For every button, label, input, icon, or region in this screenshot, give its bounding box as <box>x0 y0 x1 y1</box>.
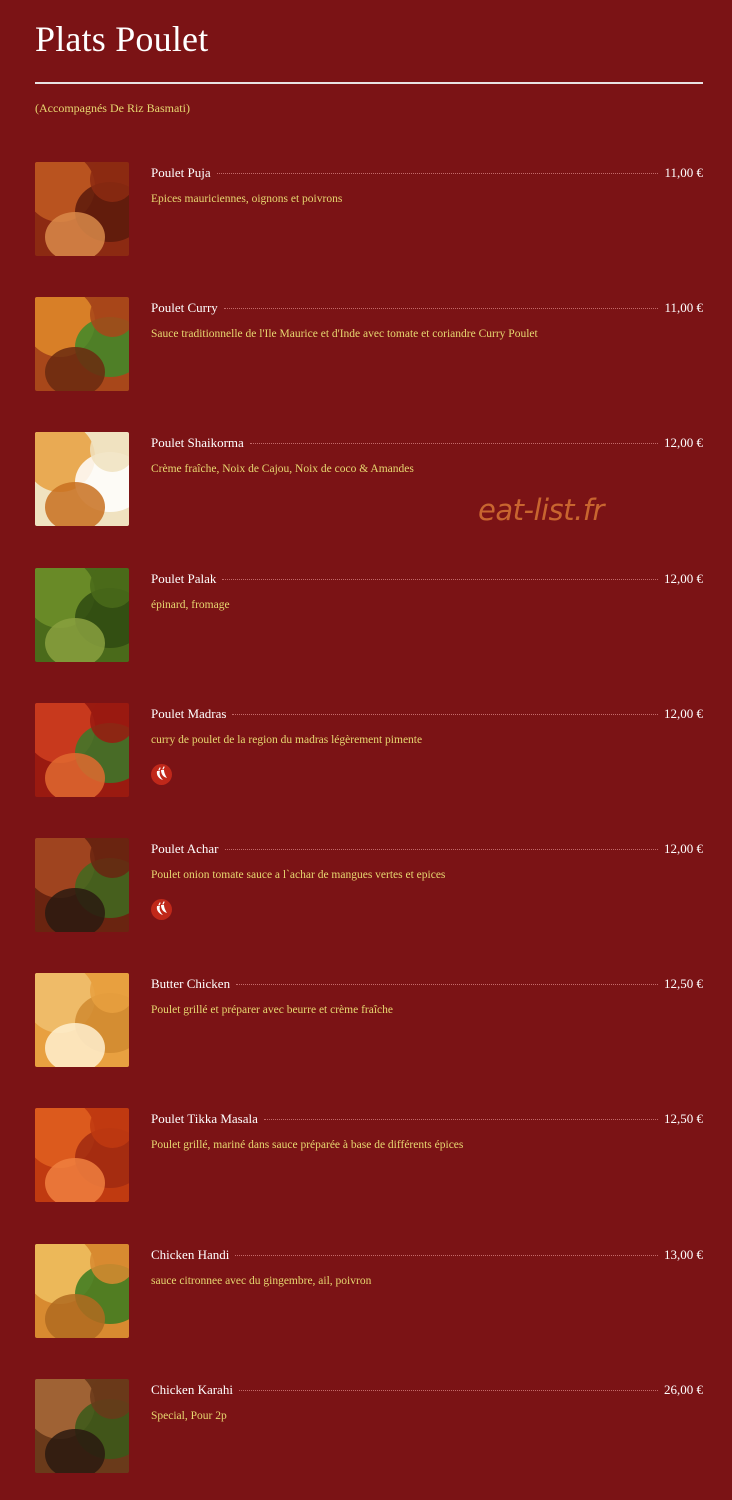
menu-item: Poulet Tikka Masala 12,50 € Poulet grillé,… <box>35 1108 703 1208</box>
item-header-row: Poulet Tikka Masala 12,50 € <box>151 1111 703 1129</box>
spinach-dish-photo <box>35 568 129 662</box>
item-description: sauce citronnee avec du gingembre, ail, … <box>151 1275 372 1287</box>
dotted-leader <box>232 714 658 715</box>
item-header-row: Poulet Puja 11,00 € <box>151 165 703 183</box>
item-price: 12,00 € <box>664 435 703 450</box>
item-description: Poulet grillé et préparer avec beurre et… <box>151 1004 393 1016</box>
handi-dish-photo <box>35 1244 129 1338</box>
menu-item: Poulet Achar 12,00 € Poulet onion tomate s… <box>35 838 703 938</box>
item-header-row: Chicken Handi 13,00 € <box>151 1247 703 1265</box>
title-divider <box>35 82 703 84</box>
menu-item: Butter Chicken 12,50 € Poulet grillé et pr… <box>35 973 703 1073</box>
menu-item: Chicken Handi 13,00 € sauce citronnee avec… <box>35 1244 703 1344</box>
dotted-leader <box>263 1119 658 1120</box>
item-name: Chicken Karahi <box>151 1382 233 1397</box>
menu-item: Chicken Karahi 26,00 € Special, Pour 2p <box>35 1379 703 1479</box>
page-subtitle: (Accompagnés De Riz Basmati) <box>35 101 190 115</box>
item-name: Poulet Tikka Masala <box>151 1111 258 1126</box>
item-description: Poulet onion tomate sauce a l`achar de m… <box>151 869 446 881</box>
item-price: 11,00 € <box>664 300 703 315</box>
dotted-leader <box>223 308 659 309</box>
item-header-row: Butter Chicken 12,50 € <box>151 976 703 994</box>
dotted-leader <box>235 1255 658 1256</box>
karahi-dish-photo <box>35 1379 129 1473</box>
page-title: Plats Poulet <box>35 19 209 59</box>
dotted-leader <box>236 984 658 985</box>
item-header-row: Poulet Shaikorma 12,00 € <box>151 435 703 453</box>
curry-dish-photo <box>35 838 129 932</box>
item-price: 11,00 € <box>664 165 703 180</box>
dotted-leader <box>238 1390 658 1391</box>
item-price: 12,50 € <box>664 1111 703 1126</box>
item-name: Poulet Achar <box>151 841 219 856</box>
butter-chicken-photo <box>35 973 129 1067</box>
dotted-leader <box>216 173 659 174</box>
watermark: eat-list.fr <box>478 493 604 527</box>
item-description: Crème fraîche, Noix de Cajou, Noix de co… <box>151 463 414 475</box>
menu-item: Poulet Palak 12,00 € épinard, fromage <box>35 568 703 668</box>
korma-dish-photo <box>35 432 129 526</box>
chili-pepper-icon <box>151 764 172 785</box>
item-description: Sauce traditionnelle de l'Ile Maurice et… <box>151 328 538 340</box>
item-name: Poulet Madras <box>151 706 227 721</box>
item-price: 12,00 € <box>664 841 703 856</box>
chili-pepper-icon <box>151 899 172 920</box>
item-description: curry de poulet de la region du madras l… <box>151 734 423 746</box>
menu-item: Poulet Madras 12,00 € curry de poulet de l… <box>35 703 703 803</box>
item-description: Poulet grillé, mariné dans sauce préparé… <box>151 1139 464 1151</box>
item-name: Butter Chicken <box>151 976 231 991</box>
item-name: Poulet Curry <box>151 300 218 315</box>
item-price: 26,00 € <box>664 1382 703 1397</box>
tikka-dish-photo <box>35 1108 129 1202</box>
item-price: 12,50 € <box>664 976 703 991</box>
dotted-leader <box>224 849 658 850</box>
dotted-leader <box>222 579 658 580</box>
dotted-leader <box>249 443 658 444</box>
item-header-row: Poulet Madras 12,00 € <box>151 706 703 724</box>
item-description: Special, Pour 2p <box>151 1410 227 1422</box>
item-description: épinard, fromage <box>151 599 230 611</box>
curry-dish-photo <box>35 162 129 256</box>
menu-item: Poulet Puja 11,00 € Epices mauriciennes, o… <box>35 162 703 262</box>
item-name: Poulet Puja <box>151 165 211 180</box>
item-header-row: Chicken Karahi 26,00 € <box>151 1382 703 1400</box>
item-price: 12,00 € <box>664 706 703 721</box>
menu-item: Poulet Curry 11,00 € Sauce traditionnelle … <box>35 297 703 397</box>
item-header-row: Poulet Curry 11,00 € <box>151 300 703 318</box>
curry-dish-photo <box>35 297 129 391</box>
item-description: Epices mauriciennes, oignons et poivrons <box>151 193 343 205</box>
item-header-row: Poulet Achar 12,00 € <box>151 841 703 859</box>
item-price: 12,00 € <box>664 571 703 586</box>
item-name: Chicken Handi <box>151 1247 230 1262</box>
item-header-row: Poulet Palak 12,00 € <box>151 571 703 589</box>
item-price: 13,00 € <box>664 1247 703 1262</box>
curry-dish-photo <box>35 703 129 797</box>
item-name: Poulet Shaikorma <box>151 435 244 450</box>
item-name: Poulet Palak <box>151 571 217 586</box>
